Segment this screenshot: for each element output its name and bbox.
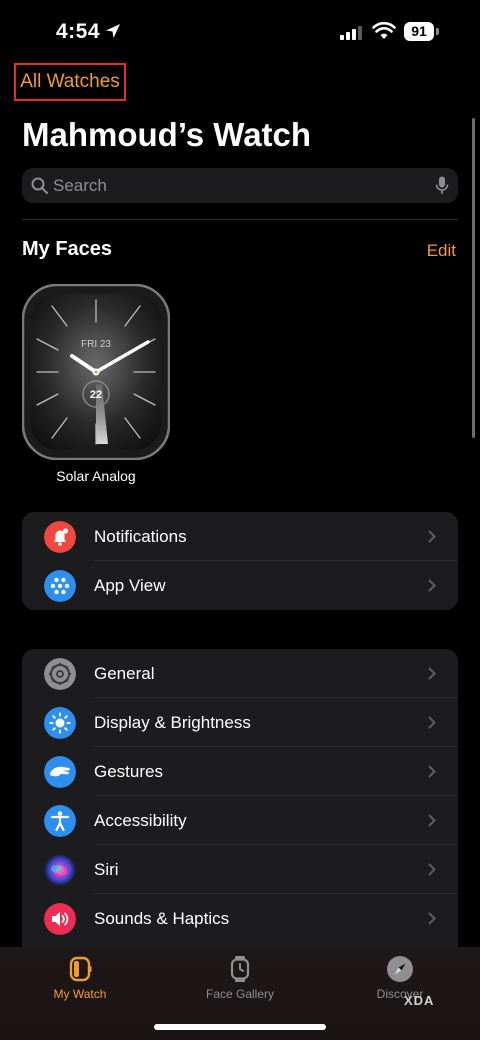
row-label: Notifications	[94, 527, 187, 546]
grid-dots-icon	[44, 570, 76, 602]
row-notifications[interactable]: Notifications	[22, 512, 458, 561]
accessibility-icon	[44, 805, 76, 837]
watch-icon	[230, 956, 250, 982]
all-watches-link[interactable]: All Watches	[14, 63, 126, 101]
chevron-right-icon	[428, 667, 436, 680]
hand-icon	[44, 756, 76, 788]
chevron-right-icon	[428, 579, 436, 592]
row-label: App View	[94, 576, 166, 595]
chevron-right-icon	[428, 863, 436, 876]
row-label: Display & Brightness	[94, 713, 251, 732]
home-indicator[interactable]	[154, 1024, 326, 1030]
row-sounds-haptics[interactable]: Sounds & Haptics	[22, 894, 458, 943]
tab-my-watch[interactable]: My Watch	[0, 947, 160, 1027]
row-gestures[interactable]: Gestures	[22, 747, 458, 796]
row-label: Siri	[94, 860, 119, 879]
status-time: 4:54	[56, 20, 101, 43]
row-siri[interactable]: Siri	[22, 845, 458, 894]
search-input[interactable]	[53, 168, 423, 203]
row-label: Accessibility	[94, 811, 187, 830]
bell-icon	[44, 521, 76, 553]
watch-face-date: FRI 23	[81, 339, 111, 350]
tab-label: Face Gallery	[205, 987, 275, 1001]
wifi-icon	[372, 22, 396, 39]
row-accessibility[interactable]: Accessibility	[22, 796, 458, 845]
scroll-indicator[interactable]	[472, 118, 475, 438]
cellular-signal-icon	[340, 25, 362, 40]
xda-watermark: XDA	[404, 993, 435, 1008]
gear-icon	[44, 658, 76, 690]
tab-label: My Watch	[53, 987, 107, 1001]
divider	[22, 219, 458, 220]
compass-icon	[387, 956, 413, 982]
settings-group-general: General Display & Brightness Gestures Ac	[22, 649, 458, 969]
page-title: Mahmoud’s Watch	[22, 116, 312, 153]
chevron-right-icon	[428, 530, 436, 543]
row-general[interactable]: General	[22, 649, 458, 698]
microphone-icon[interactable]	[435, 176, 449, 195]
row-label: Gestures	[94, 762, 163, 781]
watch-active-icon	[69, 956, 92, 982]
edit-button[interactable]: Edit	[427, 241, 456, 261]
speaker-icon	[44, 903, 76, 935]
status-bar: 4:54 91	[0, 0, 480, 64]
search-icon	[31, 177, 48, 194]
tab-discover[interactable]: Discover	[320, 947, 480, 1027]
battery-indicator: 91	[404, 22, 434, 41]
chevron-right-icon	[428, 912, 436, 925]
my-faces-title: My Faces	[22, 238, 113, 260]
settings-group-notifications: Notifications App View	[22, 512, 458, 610]
location-arrow-icon	[106, 24, 120, 38]
row-app-view[interactable]: App View	[22, 561, 458, 610]
battery-cap	[436, 28, 439, 35]
row-label: General	[94, 664, 155, 683]
tab-face-gallery[interactable]: Face Gallery	[160, 947, 320, 1027]
chevron-right-icon	[428, 765, 436, 778]
tab-label: Discover	[376, 987, 424, 1001]
watch-face-solar-analog[interactable]: FRI 23 22	[22, 284, 170, 460]
row-label: Sounds & Haptics	[94, 909, 230, 928]
row-display-brightness[interactable]: Display & Brightness	[22, 698, 458, 747]
siri-icon	[44, 854, 76, 886]
watch-face-complication: 22	[90, 389, 102, 401]
sun-icon	[44, 707, 76, 739]
search-bar[interactable]	[22, 168, 458, 203]
chevron-right-icon	[428, 716, 436, 729]
watch-face-name: Solar Analog	[56, 468, 136, 484]
chevron-right-icon	[428, 814, 436, 827]
